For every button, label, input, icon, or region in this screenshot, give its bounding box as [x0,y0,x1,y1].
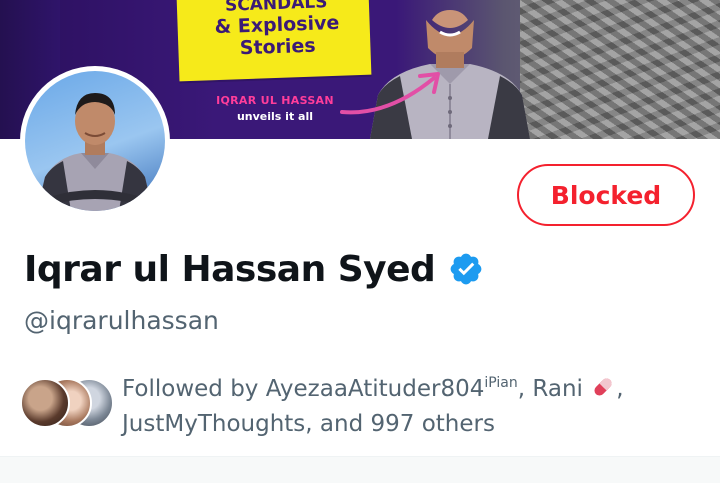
followed-by-text[interactable]: Followed by AyezaaAtituder804iPian, Rani… [122,373,712,440]
others-count: 997 others [370,411,495,437]
profile-handle: @iqrarulhassan [24,306,219,335]
profile-page: SCANDALS & Explosive Stories IQRAR UL HA… [0,0,720,483]
mutual-follower-avatars[interactable] [20,378,116,430]
display-name: Iqrar ul Hassan Syed [24,248,436,290]
display-name-row: Iqrar ul Hassan Syed [24,247,484,291]
banner-caption-name: IQRAR UL HASSAN [216,94,334,107]
banner-newspaper-collage [520,0,720,139]
follower-name-suffix: iPian [484,375,518,391]
verified-badge-icon[interactable] [448,251,484,287]
follower-avatar [20,378,70,428]
banner-caption: IQRAR UL HASSAN unveils it all [210,93,340,125]
banner-arrow-icon [340,72,440,115]
separator: , [517,376,533,402]
separator: , and [305,411,371,437]
avatar-photo [25,71,165,211]
profile-avatar[interactable] [20,66,170,216]
follower-name: JustMyThoughts [122,411,306,437]
follower-name: AyezaaAtituder804 [265,376,485,402]
banner-headline: SCANDALS & Explosive Stories [201,0,353,61]
avatar-person-image [37,93,153,211]
blocked-button[interactable]: Blocked [517,164,695,226]
pill-icon [594,378,612,396]
banner-caption-sub: unveils it all [236,110,314,123]
section-divider [0,456,720,483]
follower-name: Rani [532,376,583,402]
separator: , [616,376,624,402]
followed-by-prefix: Followed by [122,376,266,402]
